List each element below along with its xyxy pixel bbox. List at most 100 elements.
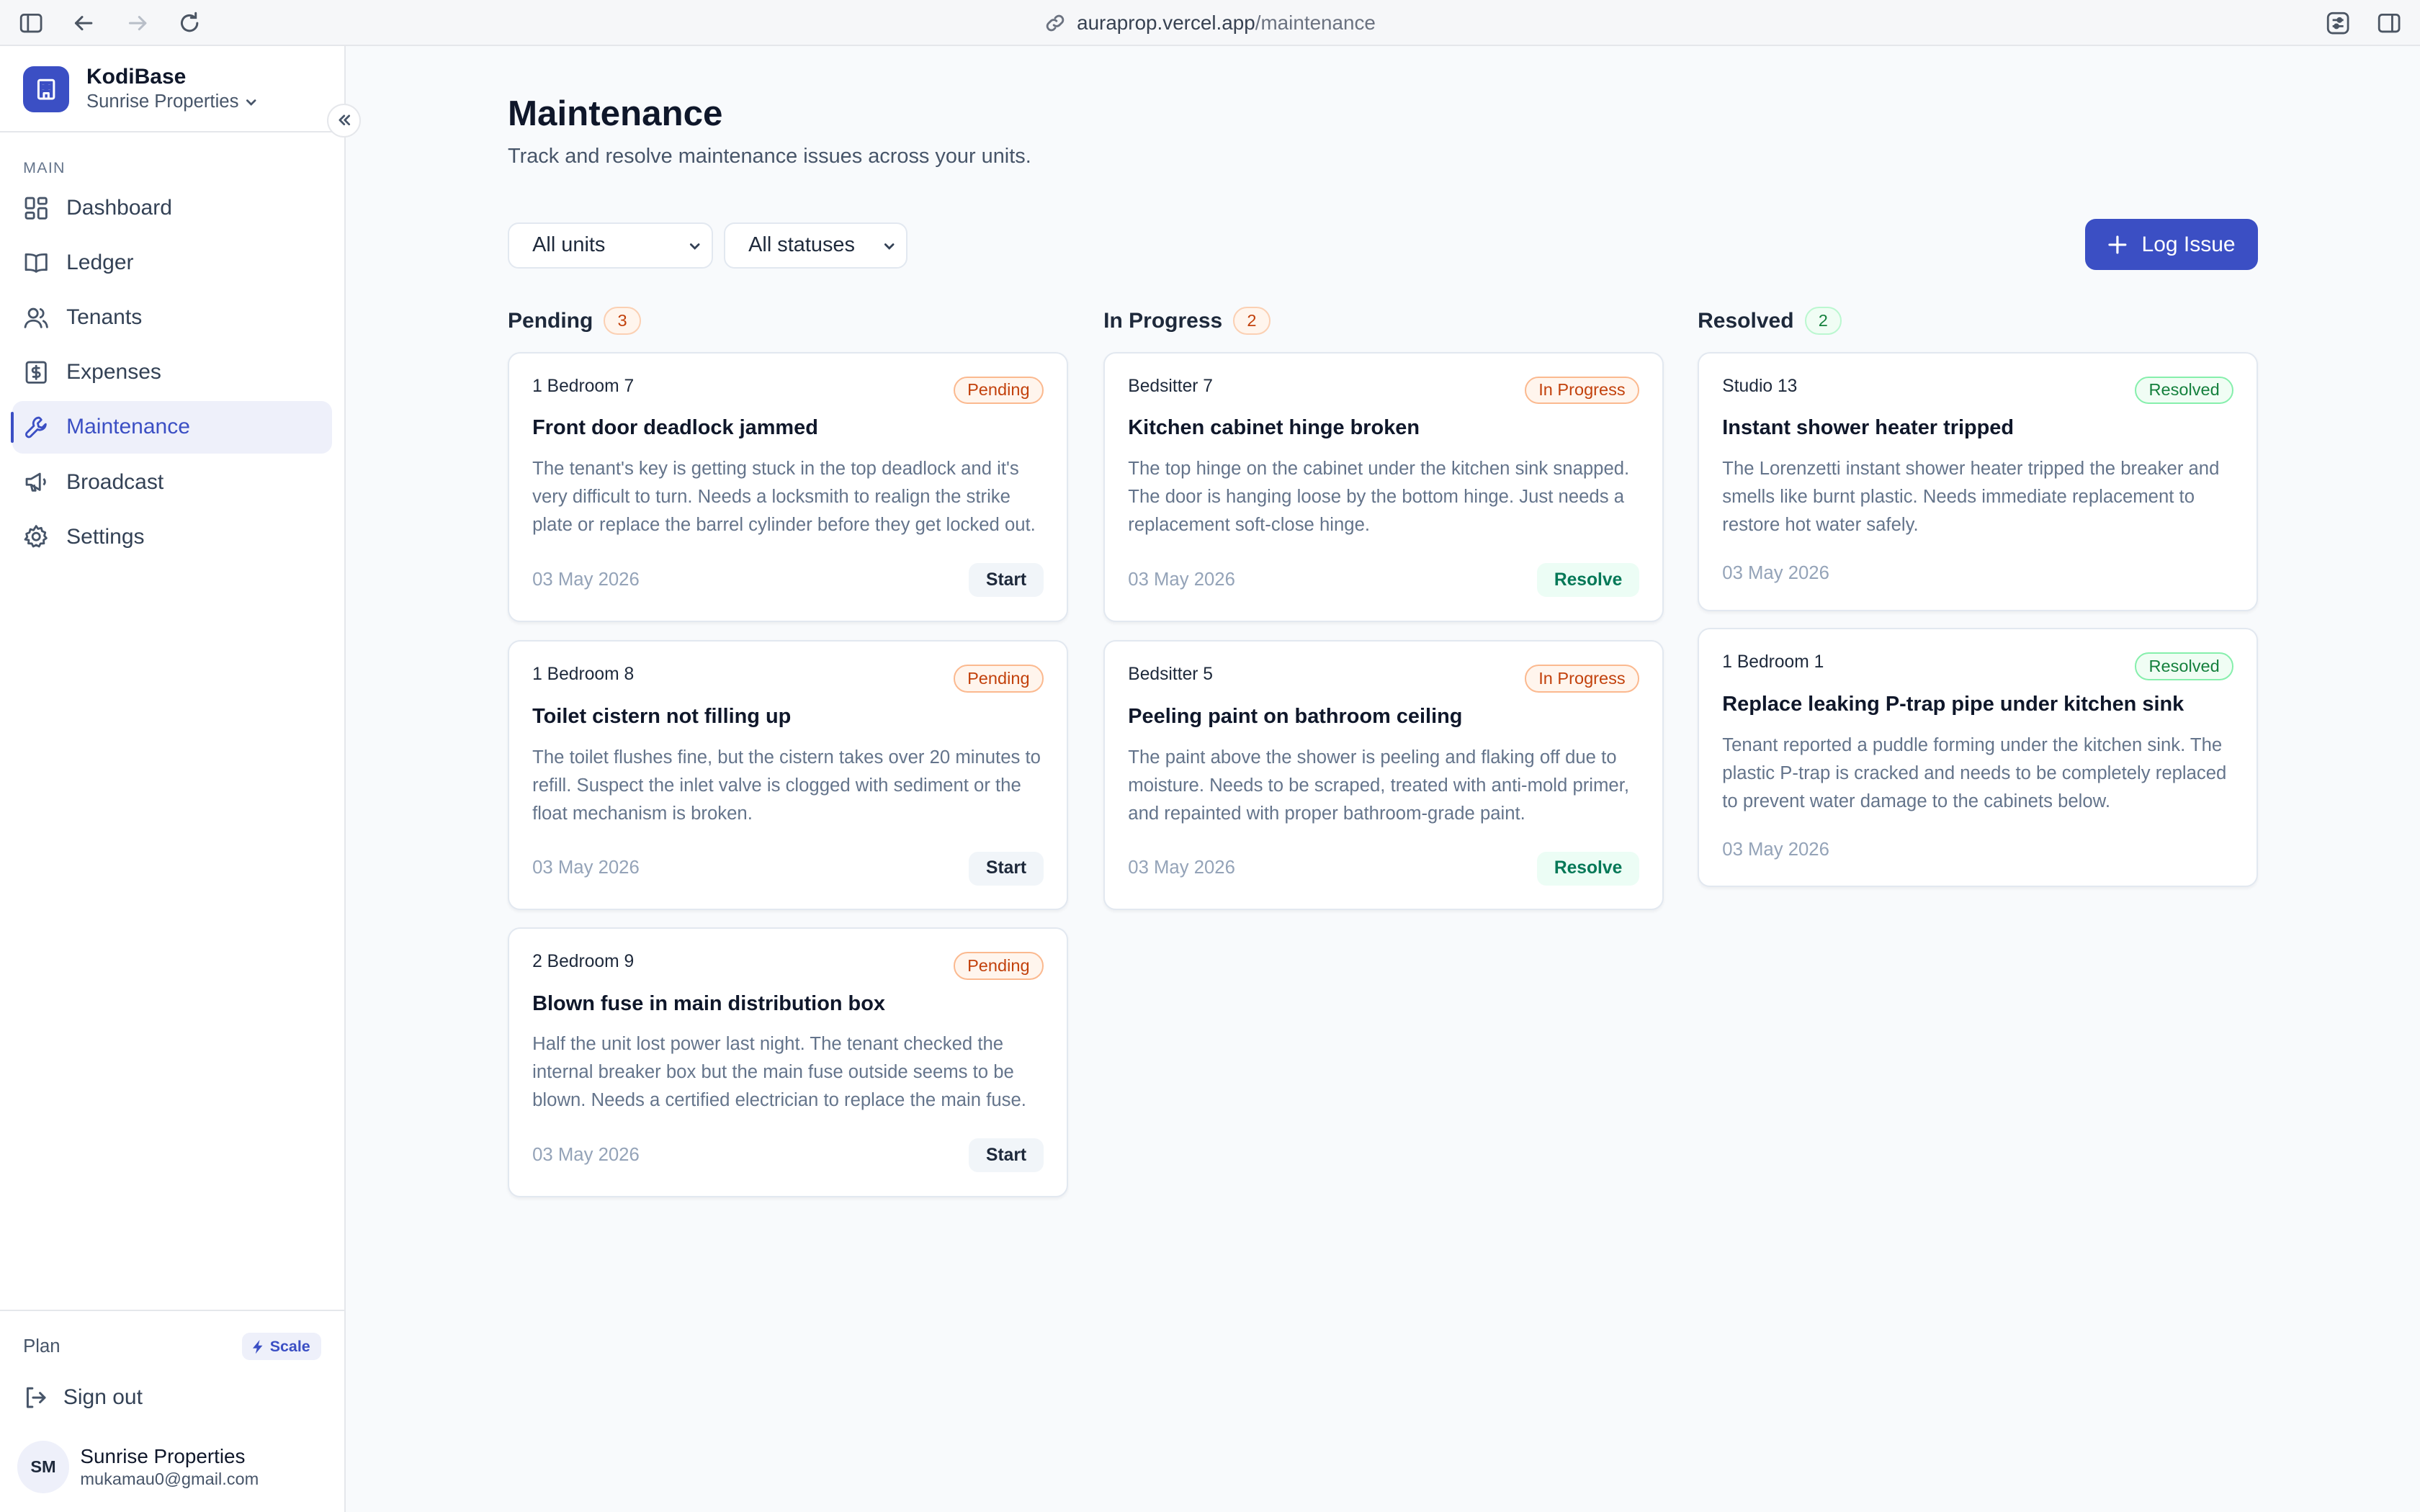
chevron-down-icon bbox=[243, 94, 259, 109]
megaphone-icon bbox=[23, 469, 49, 495]
status-badge: Pending bbox=[953, 376, 1044, 405]
log-issue-label: Log Issue bbox=[2141, 232, 2236, 256]
card-date: 03 May 2026 bbox=[1128, 569, 1235, 590]
issue-card[interactable]: Studio 13 Resolved Instant shower heater… bbox=[1698, 351, 2258, 611]
plan-label: Plan bbox=[23, 1336, 60, 1356]
unit-filter-value: All units bbox=[532, 233, 606, 257]
card-description: The paint above the shower is peeling an… bbox=[1128, 747, 1630, 824]
bolt-icon bbox=[251, 1339, 265, 1354]
column-in-progress: In Progress 2 Bedsitter 7 In Progress Ki… bbox=[1103, 305, 1664, 911]
card-unit: 1 Bedroom 8 bbox=[532, 665, 635, 685]
issue-card[interactable]: 1 Bedroom 8 Pending Toilet cistern not f… bbox=[508, 640, 1068, 911]
start-button[interactable]: Start bbox=[969, 851, 1044, 886]
brand-switcher[interactable]: KodiBase Sunrise Properties bbox=[23, 65, 259, 114]
issue-card[interactable]: 2 Bedroom 9 Pending Blown fuse in main d… bbox=[508, 927, 1068, 1197]
status-badge: Resolved bbox=[2135, 652, 2233, 680]
card-date: 03 May 2026 bbox=[532, 1144, 640, 1165]
issue-card[interactable]: Bedsitter 7 In Progress Kitchen cabinet … bbox=[1103, 351, 1664, 622]
column-count-badge: 2 bbox=[1233, 307, 1270, 335]
dashboard-icon bbox=[23, 195, 49, 221]
column-title: Resolved bbox=[1698, 308, 1794, 333]
card-date: 03 May 2026 bbox=[1128, 858, 1235, 878]
column-resolved: Resolved 2 Studio 13 Resolved Instant sh… bbox=[1698, 305, 2258, 888]
user-profile[interactable]: SM Sunrise Properties mukamau0@gmail.com bbox=[17, 1441, 259, 1494]
sidebar-item-maintenance[interactable]: Maintenance bbox=[10, 401, 332, 454]
sidebar-divider bbox=[0, 131, 344, 132]
sidebar-item-tenants[interactable]: Tenants bbox=[12, 292, 332, 344]
card-unit: Bedsitter 7 bbox=[1128, 376, 1213, 396]
org-selector[interactable]: Sunrise Properties bbox=[86, 89, 259, 114]
brand-name: KodiBase bbox=[86, 64, 187, 89]
nav-section-label: MAIN bbox=[23, 158, 66, 176]
page-title: Maintenance bbox=[508, 93, 723, 133]
sidebar-nav: Dashboard Ledger Tenants Expenses Mainte… bbox=[10, 182, 332, 565]
card-description: Tenant reported a puddle forming under t… bbox=[1722, 734, 2227, 811]
log-issue-button[interactable]: Log Issue bbox=[2085, 219, 2258, 270]
card-unit: 1 Bedroom 1 bbox=[1722, 652, 1824, 672]
sidebar-item-label: Broadcast bbox=[66, 469, 164, 494]
issue-card[interactable]: Bedsitter 5 In Progress Peeling paint on… bbox=[1103, 640, 1664, 911]
issue-card[interactable]: 1 Bedroom 7 Pending Front door deadlock … bbox=[508, 351, 1068, 622]
card-description: The top hinge on the cabinet under the k… bbox=[1128, 458, 1630, 535]
card-date: 03 May 2026 bbox=[1722, 562, 1829, 583]
resolve-button[interactable]: Resolve bbox=[1537, 851, 1639, 886]
card-title: Replace leaking P-trap pipe under kitche… bbox=[1722, 692, 2184, 716]
chevrons-left-icon bbox=[336, 112, 353, 129]
url-path: /maintenance bbox=[1255, 12, 1376, 35]
sign-out-button[interactable]: Sign out bbox=[23, 1385, 143, 1410]
sidebar-item-ledger[interactable]: Ledger bbox=[12, 237, 332, 289]
sidebar-item-label: Expenses bbox=[66, 360, 161, 384]
status-badge: In Progress bbox=[1525, 376, 1639, 405]
browser-toolbar: auraprop.vercel.app/maintenance bbox=[0, 0, 2420, 47]
column-header: In Progress 2 bbox=[1103, 305, 1664, 336]
link-icon bbox=[1044, 12, 1066, 34]
plan-badge[interactable]: Scale bbox=[242, 1333, 321, 1361]
column-header: Resolved 2 bbox=[1698, 305, 2258, 336]
column-count-badge: 2 bbox=[1804, 307, 1842, 335]
status-badge: Pending bbox=[953, 665, 1044, 693]
user-name: Sunrise Properties bbox=[80, 1444, 246, 1467]
sidebar-item-label: Settings bbox=[66, 524, 145, 549]
book-icon bbox=[23, 250, 49, 276]
status-badge: In Progress bbox=[1525, 665, 1639, 693]
plan-badge-label: Scale bbox=[269, 1337, 310, 1355]
extensions-icon[interactable] bbox=[2326, 11, 2350, 35]
card-description: The tenant's key is getting stuck in the… bbox=[532, 458, 1036, 535]
wrench-icon bbox=[23, 414, 49, 440]
card-unit: Studio 13 bbox=[1722, 376, 1798, 396]
card-date: 03 May 2026 bbox=[532, 858, 640, 878]
start-button[interactable]: Start bbox=[969, 562, 1044, 598]
card-description: The Lorenzetti instant shower heater tri… bbox=[1722, 458, 2220, 535]
sidebar-footer-divider bbox=[0, 1310, 344, 1312]
card-title: Kitchen cabinet hinge broken bbox=[1128, 416, 1420, 440]
issue-card[interactable]: 1 Bedroom 1 Resolved Replace leaking P-t… bbox=[1698, 628, 2258, 888]
card-title: Blown fuse in main distribution box bbox=[532, 991, 885, 1015]
unit-filter-select[interactable]: All units bbox=[508, 222, 713, 269]
address-bar[interactable]: auraprop.vercel.app/maintenance bbox=[0, 9, 2420, 37]
main-content: Maintenance Track and resolve maintenanc… bbox=[346, 46, 2420, 1512]
users-icon bbox=[23, 305, 49, 330]
column-pending: Pending 3 1 Bedroom 7 Pending Front door… bbox=[508, 305, 1068, 1197]
sidebar-item-broadcast[interactable]: Broadcast bbox=[12, 456, 332, 508]
page-subtitle: Track and resolve maintenance issues acr… bbox=[508, 145, 1031, 168]
card-title: Toilet cistern not filling up bbox=[532, 705, 792, 729]
card-date: 03 May 2026 bbox=[532, 569, 640, 590]
column-title: Pending bbox=[508, 308, 593, 333]
card-title: Peeling paint on bathroom ceiling bbox=[1128, 705, 1463, 729]
sidebar-item-dashboard[interactable]: Dashboard bbox=[12, 182, 332, 235]
start-button[interactable]: Start bbox=[969, 1138, 1044, 1173]
card-description: The toilet flushes fine, but the cistern… bbox=[532, 747, 1041, 824]
url-host: auraprop.vercel.app bbox=[1077, 12, 1255, 35]
split-view-icon[interactable] bbox=[2377, 11, 2401, 35]
sidebar-item-expenses[interactable]: Expenses bbox=[12, 346, 332, 399]
column-title: In Progress bbox=[1103, 308, 1223, 333]
sidebar: KodiBase Sunrise Properties MAIN Dashboa… bbox=[0, 46, 346, 1512]
chevron-down-icon bbox=[882, 239, 897, 254]
sign-out-label: Sign out bbox=[63, 1385, 143, 1410]
sidebar-item-settings[interactable]: Settings bbox=[12, 510, 332, 563]
resolve-button[interactable]: Resolve bbox=[1537, 562, 1639, 598]
status-filter-select[interactable]: All statuses bbox=[724, 222, 908, 269]
collapse-sidebar-button[interactable] bbox=[327, 103, 362, 138]
card-description: Half the unit lost power last night. The… bbox=[532, 1034, 1026, 1111]
user-email: mukamau0@gmail.com bbox=[80, 1469, 259, 1488]
